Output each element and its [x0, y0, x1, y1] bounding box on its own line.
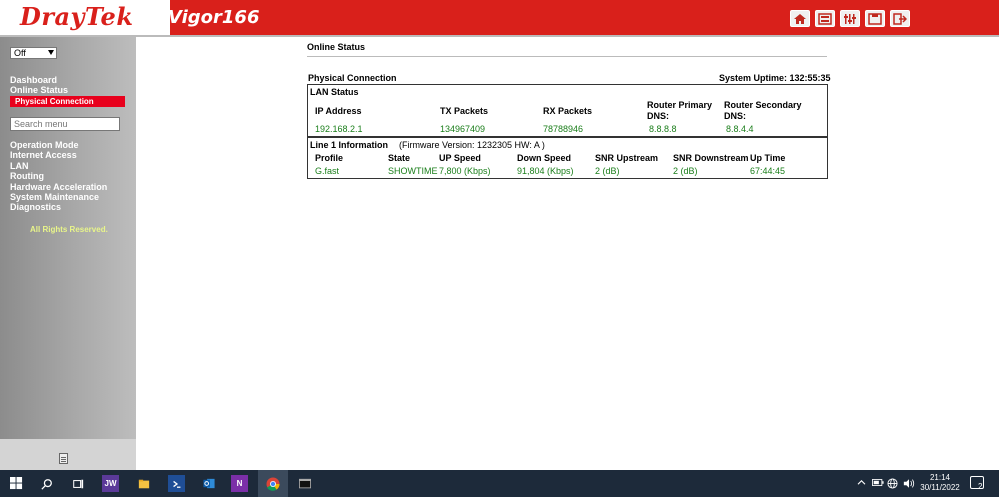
header-snr-upstream: SNR Upstream [595, 153, 659, 163]
header-router-secondary-dns: DNS: [724, 111, 746, 121]
chevron-down-icon [48, 50, 54, 55]
settings-icon[interactable] [840, 10, 860, 27]
value-rx-packets: 78788946 [543, 124, 584, 134]
onenote-icon[interactable]: N [231, 475, 248, 492]
value-snr-downstream: 2 (dB) [673, 166, 698, 176]
line1-info-title: Line 1 Information [310, 140, 389, 150]
save-icon[interactable] [865, 10, 885, 27]
sidebar-item-operation-mode[interactable]: Operation Mode [10, 140, 79, 150]
header-profile: Profile [315, 153, 344, 163]
lan-status-panel: LAN Status IP Address TX Packets RX Pack… [307, 84, 828, 137]
header-toolbar [790, 10, 910, 27]
section-title: Physical Connection [308, 73, 397, 83]
value-primary-dns: 8.8.8.8 [649, 124, 677, 134]
task-view-icon[interactable] [69, 475, 86, 492]
value-state: SHOWTIME [388, 166, 438, 176]
header-router-secondary: Router Secondary [724, 100, 802, 110]
onenote-label: N [236, 479, 243, 488]
firmware-version: (Firmware Version: 1232305 HW: A ) [399, 140, 545, 150]
taskbar: JW N 21:14 30/11/2022 2 [0, 470, 999, 497]
lan-status-title: LAN Status [310, 87, 359, 97]
header-router-primary-dns: DNS: [647, 111, 669, 121]
jw-app-icon[interactable]: JW [102, 475, 119, 492]
sidebar-item-lan[interactable]: LAN [10, 161, 29, 171]
header-rx-packets: RX Packets [543, 106, 593, 116]
powershell-icon[interactable] [168, 475, 185, 492]
value-tx-packets: 134967409 [440, 124, 486, 134]
terminal-icon[interactable] [296, 475, 313, 492]
search-menu-input[interactable]: Search menu [10, 117, 120, 131]
windows-start-icon[interactable] [8, 475, 25, 492]
home-icon[interactable] [790, 10, 810, 27]
value-up-time: 67:44:45 [750, 166, 786, 176]
search-icon[interactable] [38, 475, 55, 492]
sidebar: Off Dashboard Online Status Physical Con… [0, 37, 136, 470]
title-divider [307, 56, 827, 57]
draytek-logo[interactable]: DrayTek [20, 2, 133, 31]
sidebar-item-system-maintenance[interactable]: System Maintenance [10, 192, 99, 202]
value-up-speed: 7,800 (Kbps) [439, 166, 491, 176]
header-divider [0, 35, 999, 37]
battery-icon[interactable] [872, 478, 884, 489]
quick-start-icon[interactable] [815, 10, 835, 27]
value-snr-upstream: 2 (dB) [595, 166, 620, 176]
system-uptime: System Uptime: 132:55:35 [719, 73, 831, 83]
sidebar-footer [0, 439, 136, 470]
chevron-up-icon[interactable] [857, 478, 866, 489]
model-name: Vigor166 [168, 7, 260, 28]
header-up-time: Up Time [750, 153, 786, 163]
sidebar-item-hardware-acceleration[interactable]: Hardware Acceleration [10, 182, 107, 192]
jw-app-label: JW [104, 479, 117, 488]
globe-icon[interactable] [887, 478, 898, 492]
value-ip-address: 192.168.2.1 [315, 124, 363, 134]
system-clock[interactable]: 21:14 30/11/2022 [918, 473, 962, 493]
sidebar-item-internet-access[interactable]: Internet Access [10, 150, 77, 160]
clock-date: 30/11/2022 [920, 483, 960, 492]
document-icon[interactable] [59, 453, 68, 464]
header-down-speed: Down Speed [517, 153, 572, 163]
outlook-icon[interactable] [200, 475, 217, 492]
mode-select-value: Off [14, 48, 26, 58]
header-up-speed: UP Speed [439, 153, 481, 163]
sidebar-item-physical-connection[interactable]: Physical Connection [10, 96, 125, 107]
sidebar-item-dashboard[interactable]: Dashboard [10, 75, 57, 85]
notification-count: 2 [978, 482, 983, 491]
top-header: DrayTek Vigor166 [0, 0, 999, 35]
logout-icon[interactable] [890, 10, 910, 27]
sidebar-item-diagnostics[interactable]: Diagnostics [10, 202, 61, 212]
header-snr-downstream: SNR Downstream [673, 153, 749, 163]
header-router-primary: Router Primary [647, 100, 713, 110]
chrome-icon[interactable] [264, 475, 281, 492]
mode-select[interactable]: Off [10, 47, 57, 59]
header-ip-address: IP Address [315, 106, 362, 116]
value-secondary-dns: 8.8.4.4 [726, 124, 754, 134]
page-title: Online Status [307, 42, 366, 52]
clock-time: 21:14 [929, 473, 951, 482]
header-tx-packets: TX Packets [440, 106, 489, 116]
sidebar-item-online-status[interactable]: Online Status [10, 85, 68, 95]
header-state: State [388, 153, 411, 163]
file-explorer-icon[interactable] [135, 475, 152, 492]
sidebar-item-routing[interactable]: Routing [10, 171, 44, 181]
volume-icon[interactable] [903, 478, 915, 492]
logo-slant [140, 0, 170, 35]
value-profile: G.fast [315, 166, 340, 176]
value-down-speed: 91,804 (Kbps) [517, 166, 574, 176]
line1-info-panel: Line 1 Information (Firmware Version: 12… [307, 137, 828, 179]
rights-text: All Rights Reserved. [30, 225, 108, 234]
